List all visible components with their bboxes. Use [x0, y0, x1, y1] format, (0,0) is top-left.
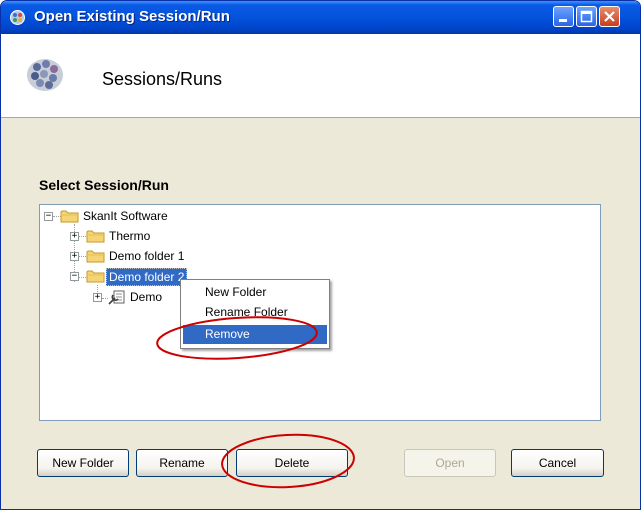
window-title: Open Existing Session/Run: [34, 8, 230, 25]
dialog-window: Open Existing Session/Run Sessions/Runs …: [0, 0, 641, 510]
tree-node-thermo[interactable]: + Thermo: [40, 228, 240, 245]
context-menu: New Folder Rename Folder Remove: [180, 279, 330, 349]
delete-button[interactable]: Delete: [236, 449, 348, 477]
folder-icon: [86, 270, 105, 283]
rename-button[interactable]: Rename: [136, 449, 228, 477]
tree-node-demo-folder-1[interactable]: + Demo folder 1: [40, 248, 240, 265]
tree-node-label: Demo folder 1: [109, 249, 185, 263]
close-button[interactable]: [599, 6, 620, 27]
expand-icon[interactable]: +: [70, 232, 79, 241]
open-button[interactable]: Open: [404, 449, 496, 477]
title-bar[interactable]: Open Existing Session/Run: [1, 1, 640, 34]
menu-item-remove[interactable]: Remove: [183, 325, 327, 344]
wrench-icon: [108, 290, 125, 305]
close-icon: [604, 11, 615, 22]
folder-icon: [86, 230, 105, 243]
new-folder-button[interactable]: New Folder: [37, 449, 129, 477]
collapse-icon[interactable]: −: [44, 212, 53, 221]
collapse-icon[interactable]: −: [70, 272, 79, 281]
folder-icon: [86, 250, 105, 263]
tree-node-label: Thermo: [109, 229, 151, 243]
sessions-logo-icon: [27, 59, 63, 91]
maximize-icon: [580, 10, 593, 23]
minimize-icon: [559, 19, 567, 22]
menu-item-rename-folder[interactable]: Rename Folder: [183, 303, 327, 322]
select-session-label: Select Session/Run: [39, 177, 169, 193]
app-icon: [10, 10, 25, 25]
expand-icon[interactable]: +: [93, 293, 102, 302]
folder-icon: [60, 210, 79, 223]
header-title: Sessions/Runs: [102, 69, 223, 89]
expand-icon[interactable]: +: [70, 252, 79, 261]
tree-node-label: Demo: [130, 290, 163, 304]
maximize-button[interactable]: [576, 6, 597, 27]
tree-node-label-selected: Demo folder 2: [106, 268, 188, 286]
header-band: Sessions/Runs: [1, 34, 640, 118]
cancel-button[interactable]: Cancel: [511, 449, 604, 477]
menu-item-new-folder[interactable]: New Folder: [183, 283, 327, 302]
minimize-button[interactable]: [553, 6, 574, 27]
tree-node-root[interactable]: − SkanIt Software: [40, 208, 240, 225]
tree-node-label: SkanIt Software: [83, 209, 168, 223]
